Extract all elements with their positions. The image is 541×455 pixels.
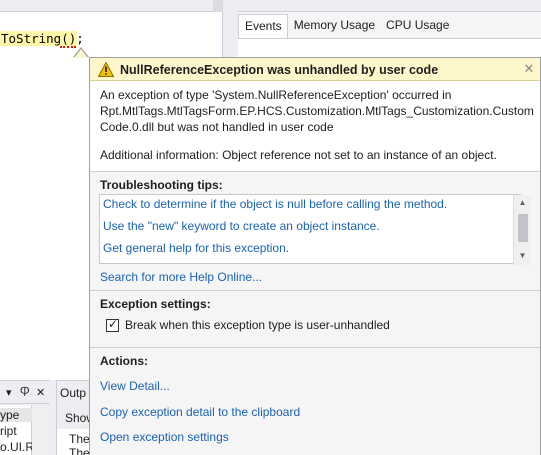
code-line[interactable]: ToString(); (1, 31, 84, 46)
close-icon[interactable]: ✕ (522, 61, 536, 77)
actions-section: Actions: View Detail... Copy exception d… (90, 347, 540, 455)
scroll-thumb[interactable] (518, 214, 528, 242)
actions-title: Actions: (100, 354, 148, 368)
exception-settings-section: Exception settings: ✓ Break when this ex… (90, 290, 540, 347)
solution-tool-window: ▾ Ⴔ ✕ ype ript o.UI.Rp (0, 380, 50, 455)
search-help-online-link[interactable]: Search for more Help Online... (100, 270, 262, 284)
warning-icon (98, 62, 114, 77)
troubleshooting-section: Troubleshooting tips: Check to determine… (90, 171, 540, 290)
exception-title: NullReferenceException was unhandled by … (120, 63, 439, 77)
view-detail-link[interactable]: View Detail... (100, 379, 170, 393)
break-on-exception-label[interactable]: Break when this exception type is user-u… (125, 318, 390, 332)
tip-link[interactable]: Use the "new" keyword to create an objec… (103, 219, 380, 233)
exception-summary: An exception of type 'System.NullReferen… (90, 82, 540, 170)
tip-link[interactable]: Get general help for this exception. (103, 241, 289, 255)
exception-description: An exception of type 'System.NullReferen… (100, 88, 534, 134)
scroll-down-icon[interactable]: ▼ (514, 251, 531, 260)
exception-helper-popup: NullReferenceException was unhandled by … (89, 57, 541, 455)
scroll-up-icon[interactable]: ▲ (514, 198, 531, 207)
pin-icon[interactable]: Ⴔ (20, 386, 30, 400)
output-line: The (69, 446, 90, 455)
exception-header: NullReferenceException was unhandled by … (90, 58, 540, 81)
copy-exception-detail-link[interactable]: Copy exception detail to the clipboard (100, 405, 300, 419)
break-on-exception-checkbox[interactable]: ✓ (106, 317, 119, 332)
list-item[interactable]: o.UI.Rp (0, 440, 32, 454)
tab-events[interactable]: Events (238, 14, 288, 38)
checkmark-icon: ✓ (108, 317, 119, 331)
exception-settings-title: Exception settings: (100, 297, 211, 311)
popup-pointer-fill (74, 49, 88, 58)
tool-window-list: ype ript o.UI.Rp (0, 405, 32, 455)
tab-cpu-usage[interactable]: CPU Usage (380, 14, 454, 38)
open-exception-settings-link[interactable]: Open exception settings (100, 430, 229, 444)
dropdown-arrow-icon[interactable]: ▾ (6, 386, 12, 400)
tab-memory-usage[interactable]: Memory Usage (288, 14, 380, 38)
close-icon[interactable]: ✕ (36, 386, 45, 400)
diagnostics-tabs: Events Memory Usage CPU Usage (238, 14, 454, 38)
editor-top-strip (0, 0, 223, 12)
tool-window-scrollbar[interactable] (32, 405, 50, 455)
troubleshooting-tips-list: Check to determine if the object is null… (99, 194, 531, 265)
list-item[interactable]: ript (0, 424, 32, 438)
list-item[interactable]: ype (0, 408, 32, 422)
troubleshooting-title: Troubleshooting tips: (100, 178, 223, 192)
tips-scrollbar[interactable]: ▲ ▼ (513, 195, 531, 265)
output-title[interactable]: Outp (60, 386, 86, 400)
tool-window-titlebar: ▾ Ⴔ ✕ (0, 382, 50, 404)
additional-information: Additional information: Object reference… (100, 148, 497, 162)
diagnostics-top-strip (238, 0, 541, 12)
tip-link[interactable]: Check to determine if the object is null… (103, 197, 447, 211)
output-line: The (69, 432, 90, 446)
editor-scrollbar[interactable] (213, 0, 223, 12)
